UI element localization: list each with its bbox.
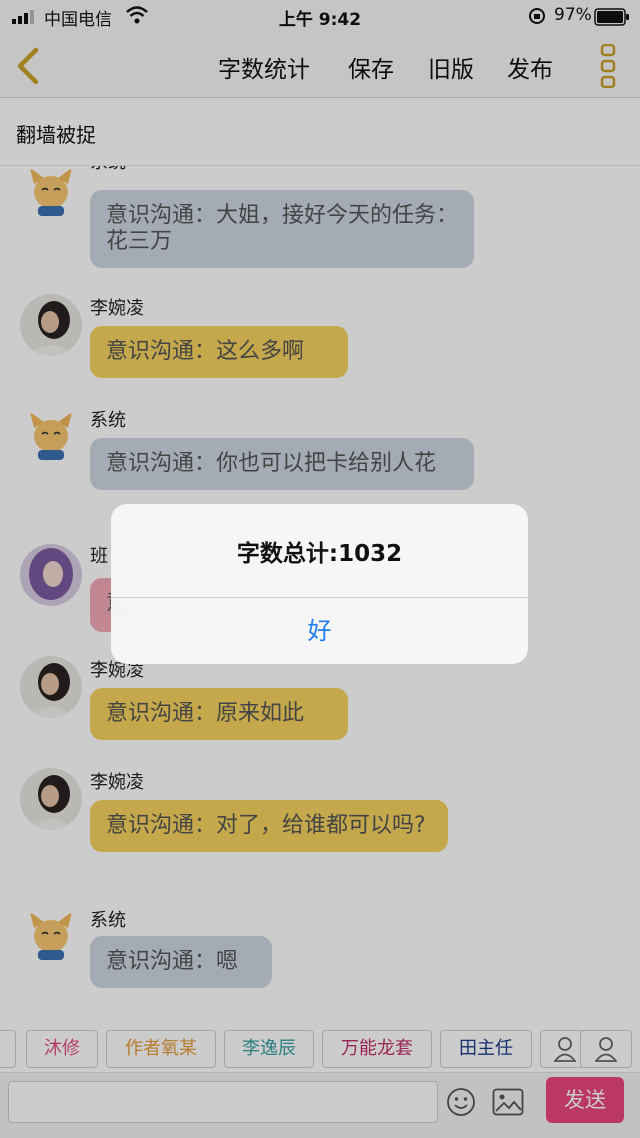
ok-button[interactable]: 好 [111, 598, 528, 664]
word-count-alert: 字数总计:1032 好 [111, 504, 528, 664]
alert-title: 字数总计:1032 [236, 541, 403, 567]
